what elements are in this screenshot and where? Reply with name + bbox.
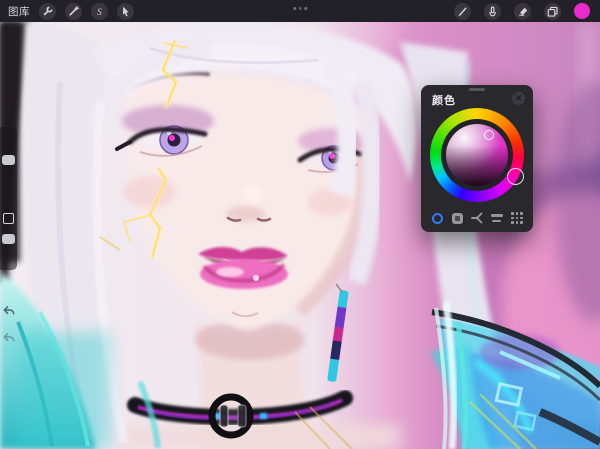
erase-button[interactable] — [514, 3, 531, 20]
redo-arrow-icon — [1, 330, 16, 345]
redo-button[interactable] — [1, 330, 16, 345]
color-panel-title: 颜色 — [432, 92, 456, 108]
palettes-mode-icon — [511, 212, 523, 224]
undo-arrow-icon — [1, 303, 16, 318]
opacity-slider[interactable] — [0, 227, 17, 270]
top-toolbar: 图库 S — [0, 0, 600, 22]
close-icon[interactable]: ✕ — [512, 92, 525, 105]
adjustments-button[interactable] — [65, 3, 82, 20]
gallery-button[interactable]: 图库 — [8, 4, 30, 19]
tab-harmony[interactable] — [469, 210, 485, 226]
transform-button[interactable] — [117, 3, 134, 20]
disc-mode-icon — [432, 213, 443, 224]
wrench-icon — [41, 5, 54, 18]
brush-icon — [456, 5, 469, 18]
disc-selector[interactable] — [484, 130, 494, 140]
brush-sidebar — [0, 127, 17, 270]
tab-classic[interactable] — [449, 210, 465, 226]
color-panel: 颜色 ✕ — [421, 85, 533, 232]
classic-mode-icon — [452, 213, 463, 224]
svg-text:S: S — [97, 6, 102, 16]
layers-icon — [546, 5, 559, 18]
selection-s-icon: S — [93, 5, 106, 18]
undo-button[interactable] — [1, 303, 16, 318]
saturation-brightness-disc[interactable] — [446, 124, 508, 186]
app-window: 图库 S — [0, 0, 600, 449]
smudge-finger-icon — [486, 5, 499, 18]
hue-selector[interactable] — [507, 168, 524, 185]
magic-wand-icon — [67, 5, 80, 18]
harmony-mode-icon — [470, 211, 484, 225]
opacity-handle[interactable] — [2, 234, 15, 244]
layers-button[interactable] — [544, 3, 561, 20]
paint-button[interactable] — [454, 3, 471, 20]
eraser-icon — [516, 5, 529, 18]
multitask-dots-icon[interactable] — [293, 7, 307, 10]
smudge-button[interactable] — [484, 3, 501, 20]
brush-size-slider[interactable] — [0, 127, 17, 207]
tab-palettes[interactable] — [509, 210, 525, 226]
color-mode-tabs — [429, 210, 525, 226]
selection-button[interactable]: S — [91, 3, 108, 20]
transform-arrow-icon — [119, 5, 132, 18]
hue-ring[interactable] — [430, 108, 524, 202]
tab-value[interactable] — [489, 210, 505, 226]
modify-button[interactable] — [3, 213, 14, 224]
color-panel-header: 颜色 ✕ — [421, 85, 533, 107]
value-mode-icon — [491, 214, 503, 222]
tab-disc[interactable] — [429, 210, 445, 226]
brush-size-handle[interactable] — [2, 155, 15, 165]
actions-button[interactable] — [39, 3, 56, 20]
color-swatch-button[interactable] — [574, 3, 590, 19]
